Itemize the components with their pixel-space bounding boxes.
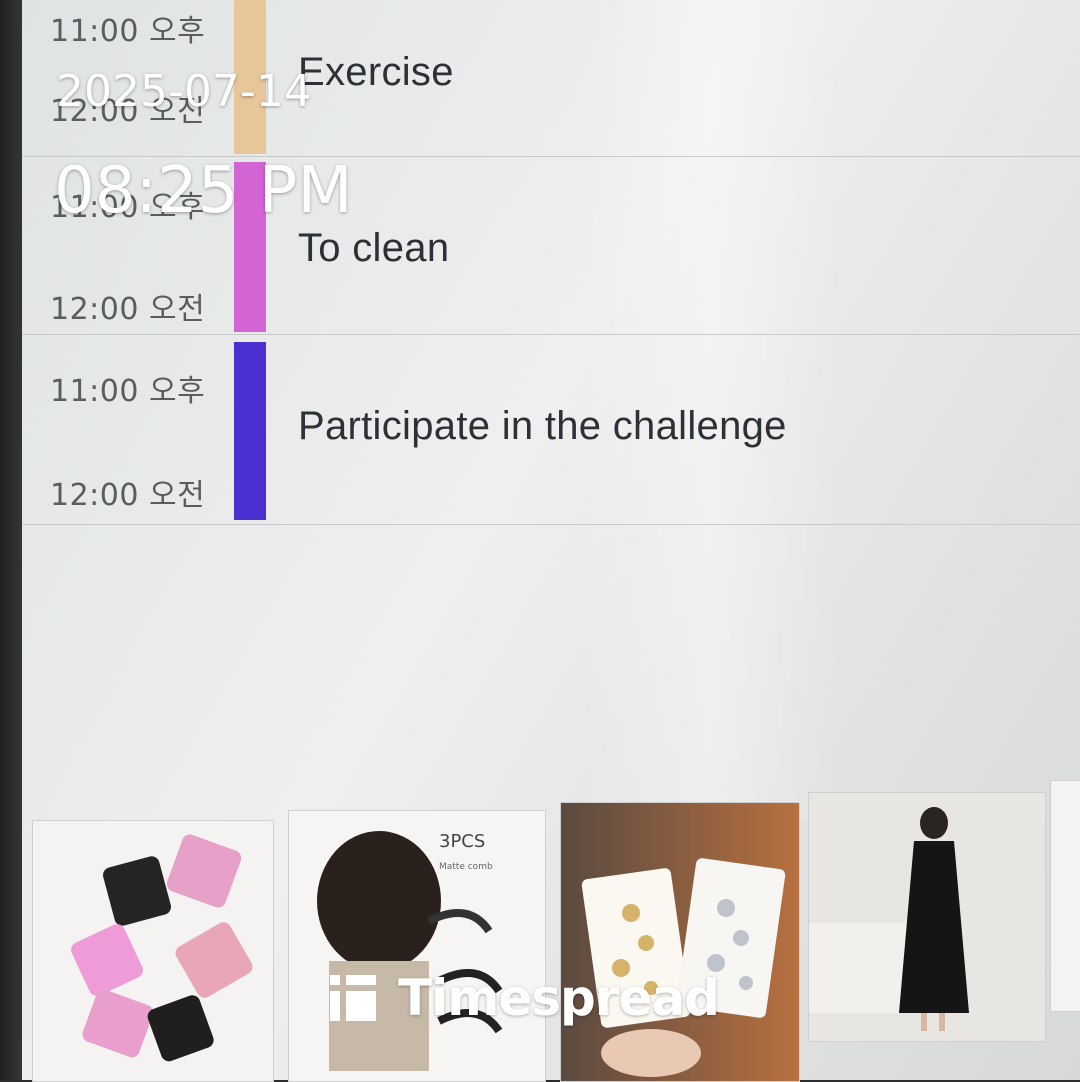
event-title[interactable]: To clean [298, 226, 449, 271]
product-thumb-black-dress-model[interactable] [808, 792, 1046, 1042]
brand-watermark: Timespread [330, 969, 720, 1027]
hair-comb-clips-image [33, 821, 273, 1081]
calendar-event[interactable]: 11:00 오후 12:00 오전 Participate in the cha… [22, 334, 1080, 525]
star-hair-clips-image [561, 803, 799, 1081]
event-color-bar [234, 342, 266, 520]
overlay-date: 2025-07-14 [56, 66, 312, 117]
brand-name: Timespread [398, 969, 720, 1027]
product-thumb-matte-comb[interactable]: 3PCS Matte comb [288, 810, 546, 1082]
event-start-time: 11:00 오후 [50, 374, 206, 409]
product-thumb-hair-comb-clips[interactable] [32, 820, 274, 1082]
product-thumb-star-hair-clips[interactable] [560, 802, 800, 1082]
product-subtitle: Matte comb [439, 862, 493, 872]
timespread-logo-icon [330, 975, 376, 1021]
event-title[interactable]: Participate in the challenge [298, 404, 787, 449]
product-thumbnail-strip: 3PCS Matte comb [12, 780, 1080, 1082]
pack-count-label: 3PCS [439, 831, 485, 852]
event-end-time: 12:00 오전 [50, 292, 206, 327]
black-dress-model-image [809, 793, 1045, 1041]
overlay-time: 08:25 PM [54, 154, 353, 228]
product-thumb-partial[interactable] [1050, 780, 1080, 1012]
event-title[interactable]: Exercise [298, 50, 454, 95]
event-start-time: 11:00 오후 [50, 14, 206, 49]
event-end-time: 12:00 오전 [50, 478, 206, 513]
matte-comb-image: 3PCS Matte comb [289, 811, 545, 1081]
